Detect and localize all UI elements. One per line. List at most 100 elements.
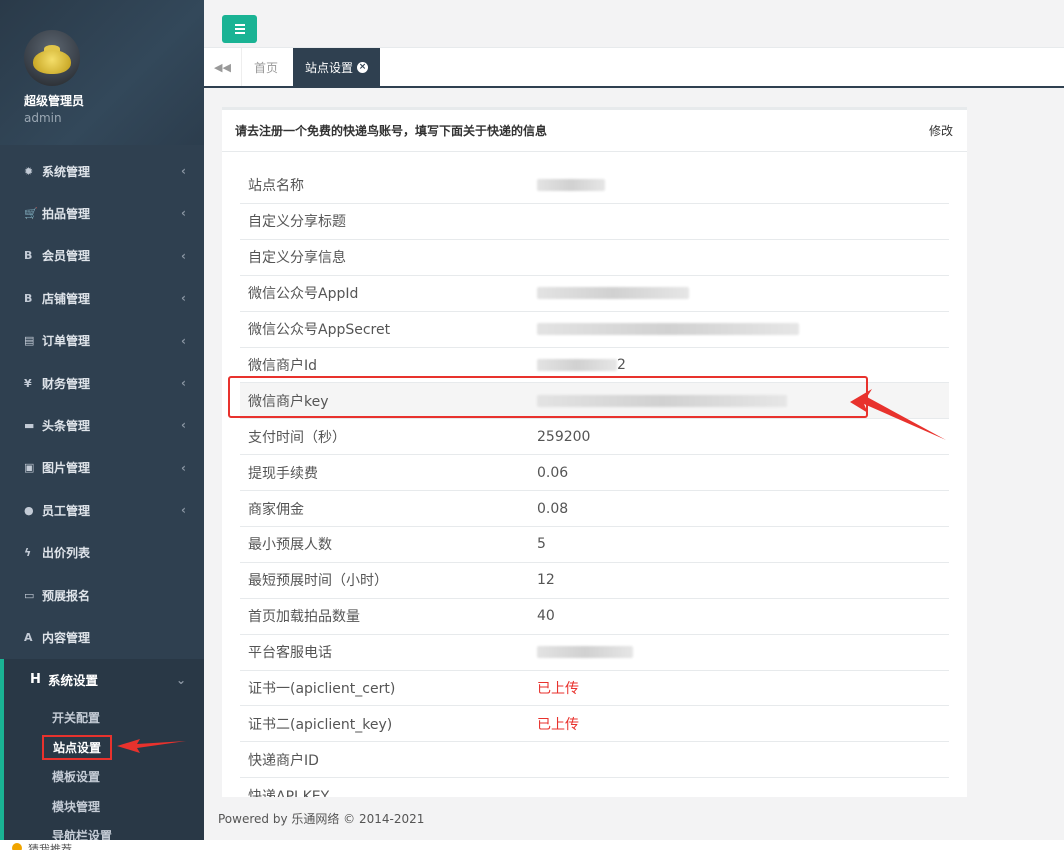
settings-table: 站点名称 自定义分享标题 自定义分享信息 微信公众号AppId 微信公众号AppSecr… xyxy=(240,166,949,797)
sidebar-menu: ✹ 系统管理 ‹ 🛒 拍品管理 ‹ B 会员管理 ‹ B 店铺管理 ‹ ▤ 订单管理 ‹ ¥ 财务管理 ‹ ▬ 头条管… xyxy=(0,150,204,659)
settings-row: 自定义分享信息 xyxy=(240,238,949,275)
setting-label: 最小预展人数 xyxy=(248,537,332,554)
settings-row: 平台客服电话 xyxy=(240,633,949,670)
sidebar-item-3[interactable]: B 店铺管理 ‹ xyxy=(0,277,204,319)
tab-site-settings[interactable]: 站点设置 × xyxy=(293,48,381,86)
yen-icon: ¥ xyxy=(24,376,32,390)
image-icon: ▣ xyxy=(24,461,35,475)
gear-icon: ✹ xyxy=(24,164,34,178)
user-icon: ● xyxy=(24,503,34,517)
setting-value-cell: 已上传 xyxy=(537,714,579,734)
setting-label: 站点名称 xyxy=(248,177,304,194)
setting-value: 259200 xyxy=(537,428,591,445)
setting-label: 提现手续费 xyxy=(248,465,318,482)
setting-value-cell: 0.08 xyxy=(537,501,568,517)
sidebar-item-4[interactable]: ▤ 订单管理 ‹ xyxy=(0,320,204,362)
settings-row: 微信商户key xyxy=(240,382,949,419)
sidebar-item-6[interactable]: ▬ 头条管理 ‹ xyxy=(0,404,204,446)
chevron-left-icon: ‹ xyxy=(181,375,186,390)
setting-label: 首页加载拍品数量 xyxy=(248,609,360,626)
sidebar-item-7[interactable]: ▣ 图片管理 ‹ xyxy=(0,447,204,489)
setting-value-cell xyxy=(537,644,633,660)
setting-label: 自定义分享信息 xyxy=(248,250,346,267)
chevron-left-icon: ‹ xyxy=(181,206,186,221)
submenu-item-label: 导航栏设置 xyxy=(52,829,113,840)
sidebar: 超级管理员 admin ✹ 系统管理 ‹ 🛒 拍品管理 ‹ B 会员管理 ‹ B 店铺管理 ‹ ▤ 订单管… xyxy=(0,0,204,840)
settings-row: 快递商户ID xyxy=(240,741,949,777)
profile-name[interactable]: 超级管理员 xyxy=(24,92,204,109)
settings-row: 微信商户Id 2 xyxy=(240,346,949,383)
sidebar-item-label: 订单管理 xyxy=(42,334,91,349)
chevron-left-icon: ‹ xyxy=(181,460,186,475)
setting-value-cell xyxy=(537,285,689,301)
h-icon: H xyxy=(30,672,41,688)
redacted-value xyxy=(537,646,633,659)
settings-row: 证书一(apiclient_cert) 已上传 xyxy=(240,669,949,706)
cart-icon: 🛒 xyxy=(24,207,38,221)
chevron-left-icon: ‹ xyxy=(181,164,186,178)
setting-value: 已上传 xyxy=(537,716,579,733)
redacted-value xyxy=(537,394,787,407)
setting-value: 0.08 xyxy=(537,500,569,517)
sidebar-item-10[interactable]: ▭ 预展报名 xyxy=(0,574,204,616)
settings-row: 最短预展时间（小时） 12 xyxy=(240,561,949,598)
chevron-left-icon: ‹ xyxy=(181,248,186,263)
sidebar-item-8[interactable]: ● 员工管理 ‹ xyxy=(0,489,204,531)
submenu-item-label: 模块管理 xyxy=(52,799,101,814)
sidebar-item-5[interactable]: ¥ 财务管理 ‹ xyxy=(0,362,204,404)
tab-home[interactable]: 首页 xyxy=(242,48,290,86)
tab-bar: ◀◀ 首页 站点设置 × xyxy=(204,48,1064,88)
chevron-left-icon: ‹ xyxy=(181,503,186,518)
tab-scroll-left-icon[interactable]: ◀◀ xyxy=(204,48,242,86)
bottom-strip-label: 猜我推荐 xyxy=(28,843,72,850)
bold-b-icon: B xyxy=(24,249,33,263)
sidebar-item-2[interactable]: B 会员管理 ‹ xyxy=(0,235,204,277)
settings-row: 首页加载拍品数量 40 xyxy=(240,597,949,634)
setting-label: 微信商户key xyxy=(248,393,329,410)
setting-value: 2 xyxy=(617,357,626,373)
settings-row: 微信公众号AppSecret xyxy=(240,310,949,347)
chevron-down-icon: ⌄ xyxy=(175,672,186,687)
sidebar-item-system-settings[interactable]: H 系统设置 ⌄ xyxy=(0,658,204,702)
menu-toggle-icon[interactable] xyxy=(222,15,257,43)
chevron-left-icon: ‹ xyxy=(181,333,186,348)
font-a-icon: A xyxy=(24,630,33,644)
chevron-left-icon: ‹ xyxy=(181,418,186,433)
sidebar-item-9[interactable]: ϟ 出价列表 xyxy=(0,532,204,574)
submenu-item-0[interactable]: 开关配置 xyxy=(4,703,204,733)
redacted-value xyxy=(537,323,799,336)
sidebar-item-label: 拍品管理 xyxy=(42,207,91,222)
submenu-item-1[interactable]: 站点设置 xyxy=(4,733,204,763)
avatar[interactable] xyxy=(24,30,80,86)
bolt-icon: ϟ xyxy=(24,546,32,560)
edit-link[interactable]: 修改 xyxy=(929,122,953,139)
sidebar-item-label: 会员管理 xyxy=(42,249,91,264)
setting-value: 已上传 xyxy=(537,681,579,698)
sidebar-item-1[interactable]: 🛒 拍品管理 ‹ xyxy=(0,192,204,234)
profile-role: admin xyxy=(24,111,62,125)
setting-value-cell: 259200 xyxy=(537,429,590,445)
settings-row: 证书二(apiclient_key) 已上传 xyxy=(240,705,949,741)
sidebar-item-11[interactable]: A 内容管理 xyxy=(0,616,204,658)
submenu-item-3[interactable]: 模块管理 xyxy=(4,792,204,822)
setting-value-cell: 已上传 xyxy=(537,678,579,698)
setting-value-cell xyxy=(537,321,799,337)
sidebar-item-label: 预展报名 xyxy=(42,588,91,603)
sidebar-item-label: 头条管理 xyxy=(42,419,91,434)
sidebar-item-label: 内容管理 xyxy=(42,630,91,645)
sidebar-item-0[interactable]: ✹ 系统管理 ‹ xyxy=(0,150,204,192)
setting-value: 40 xyxy=(537,608,555,625)
bottom-strip: 猜我推荐 xyxy=(0,840,1064,850)
setting-value-cell: 40 xyxy=(537,608,555,624)
settings-row: 快递API KEY xyxy=(240,777,949,797)
settings-row: 微信公众号AppId xyxy=(240,274,949,311)
submenu-item-2[interactable]: 模板设置 xyxy=(4,762,204,792)
settings-panel: 请去注册一个免费的快递鸟账号，填写下面关于快递的信息 修改 站点名称 自定义分享标… xyxy=(222,107,967,797)
top-navbar xyxy=(204,0,1064,48)
submenu-item-4[interactable]: 导航栏设置 xyxy=(4,821,204,840)
footer: Powered by 乐通网络 © 2014-2021 xyxy=(218,812,425,826)
close-icon[interactable]: × xyxy=(357,61,369,73)
setting-value-cell xyxy=(537,177,605,193)
settings-row: 最小预展人数 5 xyxy=(240,526,949,562)
setting-value-cell xyxy=(537,393,787,409)
